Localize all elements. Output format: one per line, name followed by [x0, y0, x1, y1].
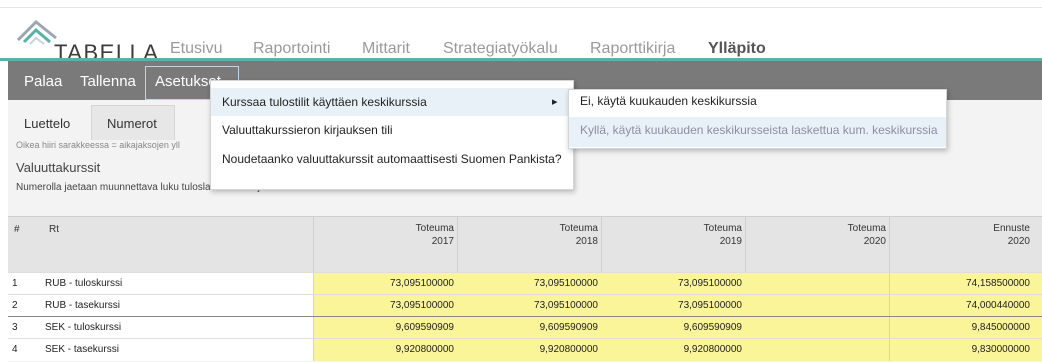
settings-menu: Kurssaa tulostilit käyttäen keskikurssia…	[210, 80, 574, 190]
submenu-item-monthly-average[interactable]: Ei, käytä kuukauden keskikurssia	[580, 94, 757, 108]
col-header[interactable]: Toteuma 2020	[745, 222, 886, 248]
nav-yllapito[interactable]: Ylläpito	[708, 40, 766, 58]
value-cell[interactable]: 9,920800000	[313, 339, 454, 361]
value-cell[interactable]	[745, 317, 886, 339]
menu-item-rate-difference-account[interactable]: Valuuttakurssieron kirjauksen tili	[222, 123, 393, 137]
value-cell[interactable]	[745, 339, 886, 361]
value-cell[interactable]: 9,830000000	[889, 339, 1030, 361]
menu-item-label: Kurssaa tulostilit käyttäen keskikurssia	[222, 95, 427, 109]
row-label: SEK - tuloskurssi	[45, 322, 122, 333]
context-hint: Oikea hiiri sarakkeessa = aikajaksojen y…	[16, 140, 180, 150]
tab-numerot[interactable]: Numerot	[107, 116, 157, 131]
col-rt-header[interactable]: Rt	[49, 223, 59, 236]
row-label: RUB - tasekurssi	[45, 300, 121, 311]
table-row[interactable]: 4 SEK - tasekurssi 9,920800000 9,9208000…	[8, 338, 1042, 361]
menu-item-average-rate[interactable]: Kurssaa tulostilit käyttäen keskikurssia…	[211, 88, 573, 116]
row-number: 2	[12, 300, 18, 311]
row-number: 1	[12, 278, 18, 289]
value-cell[interactable]: 9,845000000	[889, 317, 1030, 339]
submenu-item-cumulative-average[interactable]: Kyllä, käytä kuukauden keskikursseista l…	[569, 117, 946, 147]
back-button[interactable]: Palaa	[24, 73, 62, 90]
nav-raportointi[interactable]: Raportointi	[253, 40, 330, 58]
row-number: 3	[12, 322, 18, 333]
table-row[interactable]: 3 SEK - tuloskurssi 9,609590909 9,609590…	[8, 316, 1042, 339]
value-cell[interactable]: 74,000440000	[889, 295, 1030, 317]
nav-strategiatyokalu[interactable]: Strategiatyökalu	[443, 40, 558, 58]
currency-grid: # Rt Toteuma 2017 Toteuma 2018 Toteuma 2019…	[8, 216, 1042, 362]
col-header[interactable]: Ennuste 2020	[889, 222, 1030, 248]
average-rate-submenu: Ei, käytä kuukauden keskikurssia Kyllä, …	[568, 89, 947, 149]
table-row[interactable]: 2 RUB - tasekurssi 73,095100000 73,09510…	[8, 294, 1042, 317]
menu-item-auto-fetch-rates[interactable]: Noudetaanko valuuttakurssit automaattise…	[222, 152, 562, 166]
value-cell[interactable]: 74,158500000	[889, 273, 1030, 295]
value-cell[interactable]: 73,095100000	[601, 295, 742, 317]
submenu-item-label: Kyllä, käytä kuukauden keskikursseista l…	[580, 123, 938, 137]
value-cell[interactable]: 73,095100000	[313, 273, 454, 295]
col-header[interactable]: Toteuma 2019	[601, 222, 742, 248]
value-cell[interactable]: 73,095100000	[457, 273, 598, 295]
row-number: 4	[12, 344, 18, 355]
save-button[interactable]: Tallenna	[80, 73, 136, 90]
value-cell[interactable]	[745, 295, 886, 317]
value-cell[interactable]: 73,095100000	[313, 295, 454, 317]
grid-header: # Rt Toteuma 2017 Toteuma 2018 Toteuma 2019…	[8, 216, 1042, 273]
col-header[interactable]: Toteuma 2017	[313, 222, 454, 248]
row-label: RUB - tuloskurssi	[45, 278, 123, 289]
row-label: SEK - tasekurssi	[45, 344, 119, 355]
page-title: Valuuttakurssit	[16, 160, 101, 175]
table-row[interactable]: 1 RUB - tuloskurssi 73,095100000 73,0951…	[8, 272, 1042, 295]
value-cell[interactable]: 73,095100000	[601, 273, 742, 295]
app-header: TABELLA Etusivu Raportointi Mittarit Str…	[0, 8, 1042, 65]
value-cell[interactable]	[745, 273, 886, 295]
tab-luettelo[interactable]: Luettelo	[24, 116, 70, 131]
submenu-arrow-icon: ▸	[552, 96, 558, 108]
value-cell[interactable]: 9,920800000	[457, 339, 598, 361]
top-border	[0, 0, 1042, 8]
col-header[interactable]: Toteuma 2018	[457, 222, 598, 248]
value-cell[interactable]: 9,609590909	[601, 317, 742, 339]
tabella-logo[interactable]: TABELLA	[16, 20, 158, 65]
nav-etusivu[interactable]: Etusivu	[170, 40, 222, 58]
value-cell[interactable]: 73,095100000	[457, 295, 598, 317]
value-cell[interactable]: 9,609590909	[313, 317, 454, 339]
logo-mark-icon	[16, 20, 57, 45]
value-cell[interactable]: 9,609590909	[457, 317, 598, 339]
col-hash-header: #	[14, 224, 20, 235]
nav-mittarit[interactable]: Mittarit	[362, 40, 410, 58]
nav-raporttikirja[interactable]: Raporttikirja	[590, 40, 675, 58]
value-cell[interactable]: 9,920800000	[601, 339, 742, 361]
